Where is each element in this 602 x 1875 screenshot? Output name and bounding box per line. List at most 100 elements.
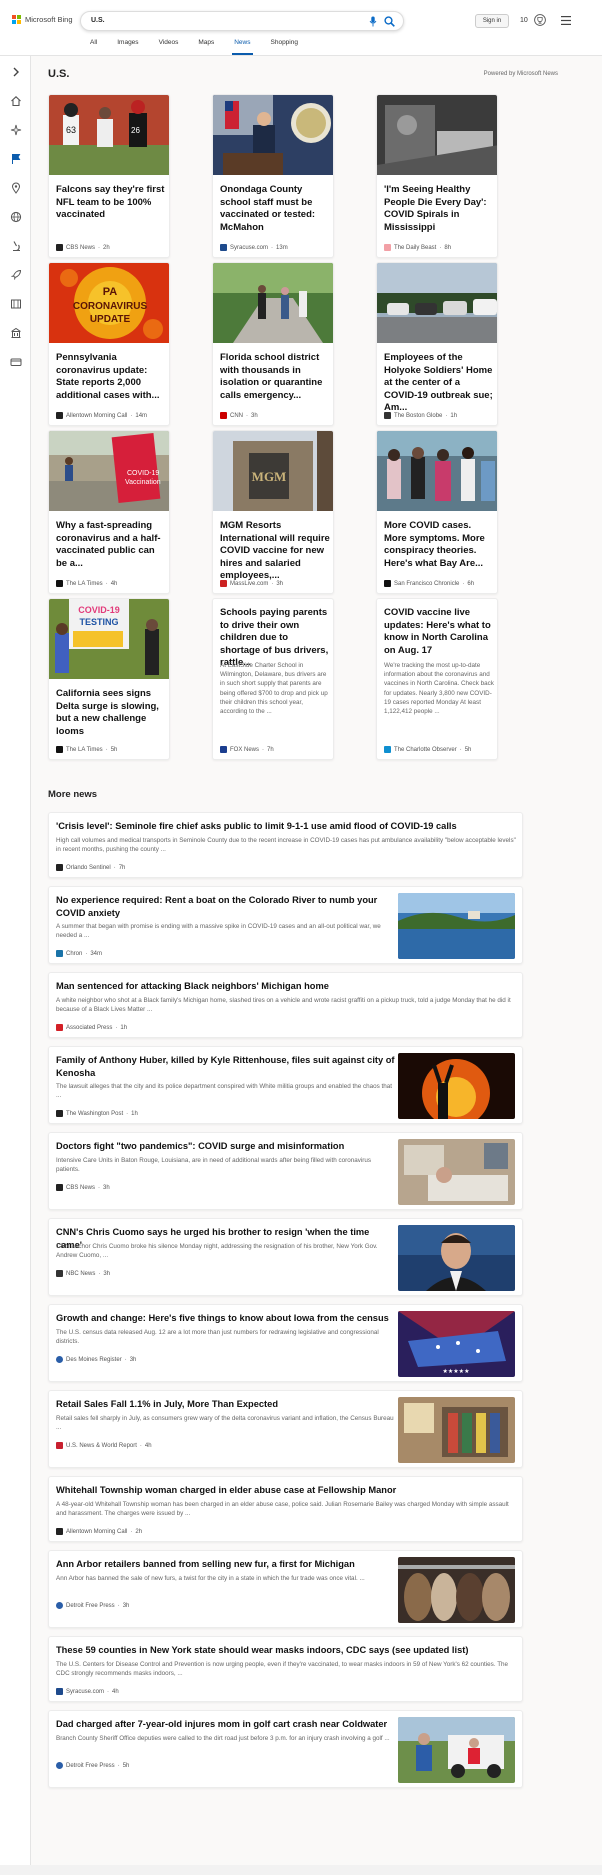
source-name[interactable]: FOX News [230,747,259,753]
source-name[interactable]: Allentown Morning Call [66,413,127,419]
row-title[interactable]: Retail Sales Fall 1.1% in July, More Tha… [56,1398,396,1411]
source-name[interactable]: The Charlotte Observer [394,747,457,753]
source-name[interactable]: Syracuse.com [230,245,268,251]
source-name[interactable]: The Boston Globe [394,413,442,419]
source-name[interactable]: CBS News [66,1185,95,1191]
globe-icon[interactable] [10,211,22,223]
source-name[interactable]: Associated Press [66,1025,112,1031]
parked-cars-image[interactable] [377,263,498,343]
news-row[interactable]: Ann Arbor retailers banned from selling … [48,1550,523,1628]
news-card[interactable]: Employees of the Holyoke Soldiers' Home … [376,262,498,426]
row-title[interactable]: No experience required: Rent a boat on t… [56,894,396,919]
card-title[interactable]: Falcons say they're first NFL team to be… [56,184,166,222]
chris-cuomo-portrait-thumbnail[interactable] [398,1225,515,1291]
row-title[interactable]: Family of Anthony Huber, killed by Kyle … [56,1054,396,1079]
hospital-patient-thumbnail[interactable] [398,1139,515,1205]
source-name[interactable]: Des Moines Register [66,1357,122,1363]
students-walking-image[interactable] [213,263,334,343]
news-row[interactable]: No experience required: Rent a boat on t… [48,886,523,964]
source-name[interactable]: The Daily Beast [394,245,436,251]
card-title[interactable]: More COVID cases. More symptoms. More co… [384,520,494,570]
news-row[interactable]: Growth and change: Here's five things to… [48,1304,523,1382]
row-title[interactable]: Growth and change: Here's five things to… [56,1312,396,1325]
source-name[interactable]: Orlando Sentinel [66,865,111,871]
news-card[interactable]: 63 26 Falcons say they're first NFL team … [48,94,170,258]
search-box[interactable]: U.S. [80,11,404,31]
hospital-bed-image[interactable] [377,95,498,175]
fire-protest-thumbnail[interactable] [398,1053,515,1119]
card-title[interactable]: California sees signs Delta surge is slo… [56,688,166,738]
news-card[interactable]: Onondaga County school staff must be vac… [212,94,334,258]
card-title[interactable]: 'I'm Seeing Healthy People Die Every Day… [384,184,494,234]
location-icon[interactable] [10,182,22,194]
river-lake-thumbnail[interactable] [398,893,515,959]
news-row[interactable]: Dad charged after 7-year-old injures mom… [48,1710,523,1788]
news-row[interactable]: These 59 counties in New York state shou… [48,1636,523,1702]
source-name[interactable]: CNN [230,413,243,419]
news-row[interactable]: 'Crisis level': Seminole fire chief asks… [48,812,523,878]
card-title[interactable]: Pennsylvania coronavirus update: State r… [56,352,166,402]
row-title[interactable]: Man sentenced for attacking Black neighb… [56,980,516,993]
building-icon[interactable] [10,327,22,339]
covid-testing-site-image[interactable]: COVID-19 TESTING [49,599,170,679]
source-name[interactable]: NBC News [66,1271,95,1277]
retail-store-thumbnail[interactable] [398,1397,515,1463]
source-name[interactable]: The LA Times [66,581,103,587]
row-title[interactable]: 'Crisis level': Seminole fire chief asks… [56,820,516,833]
news-row[interactable]: Whitehall Township woman charged in elde… [48,1476,523,1542]
chevron-right-icon[interactable] [10,66,22,78]
press-conference-image[interactable] [213,95,334,175]
rewards-count[interactable]: 10 [520,17,528,24]
census-map-thumbnail[interactable]: ★★★★★ [398,1311,515,1377]
news-card[interactable]: COVID vaccine live updates: Here's what … [376,598,498,760]
news-card[interactable]: COVID-19 Vaccination Why a fast-spreading… [48,430,170,594]
card-title[interactable]: Florida school district with thousands i… [220,352,330,402]
news-card[interactable]: COVID-19 TESTING California sees signs De… [48,598,170,760]
news-row[interactable]: Doctors fight "two pandemics": COVID sur… [48,1132,523,1210]
rocket-icon[interactable] [10,269,22,281]
football-players-image[interactable]: 63 26 [49,95,170,175]
menu-icon[interactable] [561,16,571,25]
bing-logo[interactable]: Microsoft Bing [12,15,73,24]
news-card[interactable]: MGM MGM Resorts International will requi… [212,430,334,594]
source-name[interactable]: Chron [66,951,82,957]
tab-all[interactable]: All [80,38,107,55]
card-title[interactable]: MGM Resorts International will require C… [220,520,330,583]
row-title[interactable]: Ann Arbor retailers banned from selling … [56,1558,396,1571]
source-name[interactable]: The LA Times [66,747,103,753]
source-name[interactable]: Detroit Free Press [66,1603,115,1609]
news-row[interactable]: Retail Sales Fall 1.1% in July, More Tha… [48,1390,523,1468]
source-name[interactable]: Detroit Free Press [66,1763,115,1769]
news-row[interactable]: Family of Anthony Huber, killed by Kyle … [48,1046,523,1124]
row-title[interactable]: Doctors fight "two pandemics": COVID sur… [56,1140,396,1153]
source-name[interactable]: The Washington Post [66,1111,123,1117]
news-card[interactable]: More COVID cases. More symptoms. More co… [376,430,498,594]
row-title[interactable]: These 59 counties in New York state shou… [56,1644,516,1657]
news-row[interactable]: Man sentenced for attacking Black neighb… [48,972,523,1038]
news-card[interactable]: Florida school district with thousands i… [212,262,334,426]
rewards-trophy-icon[interactable] [534,13,546,27]
vaccination-sign-image[interactable]: COVID-19 Vaccination [49,431,170,511]
card-title[interactable]: Onondaga County school staff must be vac… [220,184,330,234]
row-title[interactable]: Whitehall Township woman charged in elde… [56,1484,516,1497]
tab-maps[interactable]: Maps [188,38,224,55]
tab-images[interactable]: Images [107,38,148,55]
news-card[interactable]: 'I'm Seeing Healthy People Die Every Day… [376,94,498,258]
news-card[interactable]: PA CORONAVIRUS UPDATE Pennsylvania coronav… [48,262,170,426]
source-name[interactable]: MassLive.com [230,581,268,587]
tab-videos[interactable]: Videos [149,38,189,55]
sparkle-icon[interactable] [10,124,22,136]
pa-coronavirus-update-graphic[interactable]: PA CORONAVIRUS UPDATE [49,263,170,343]
flag-icon[interactable] [10,153,22,165]
microscope-icon[interactable] [10,240,22,252]
sign-in-button[interactable]: Sign in [475,14,509,28]
mgm-building-image[interactable]: MGM [213,431,334,511]
home-icon[interactable] [10,95,22,107]
source-name[interactable]: San Francisco Chronicle [394,581,459,587]
card-title[interactable]: COVID vaccine live updates: Here's what … [384,607,494,657]
source-name[interactable]: CBS News [66,245,95,251]
tab-shopping[interactable]: Shopping [261,38,308,55]
source-name[interactable]: Allentown Morning Call [66,1529,127,1535]
source-name[interactable]: U.S. News & World Report [66,1443,137,1449]
card-title[interactable]: Why a fast-spreading coronavirus and a h… [56,520,166,570]
